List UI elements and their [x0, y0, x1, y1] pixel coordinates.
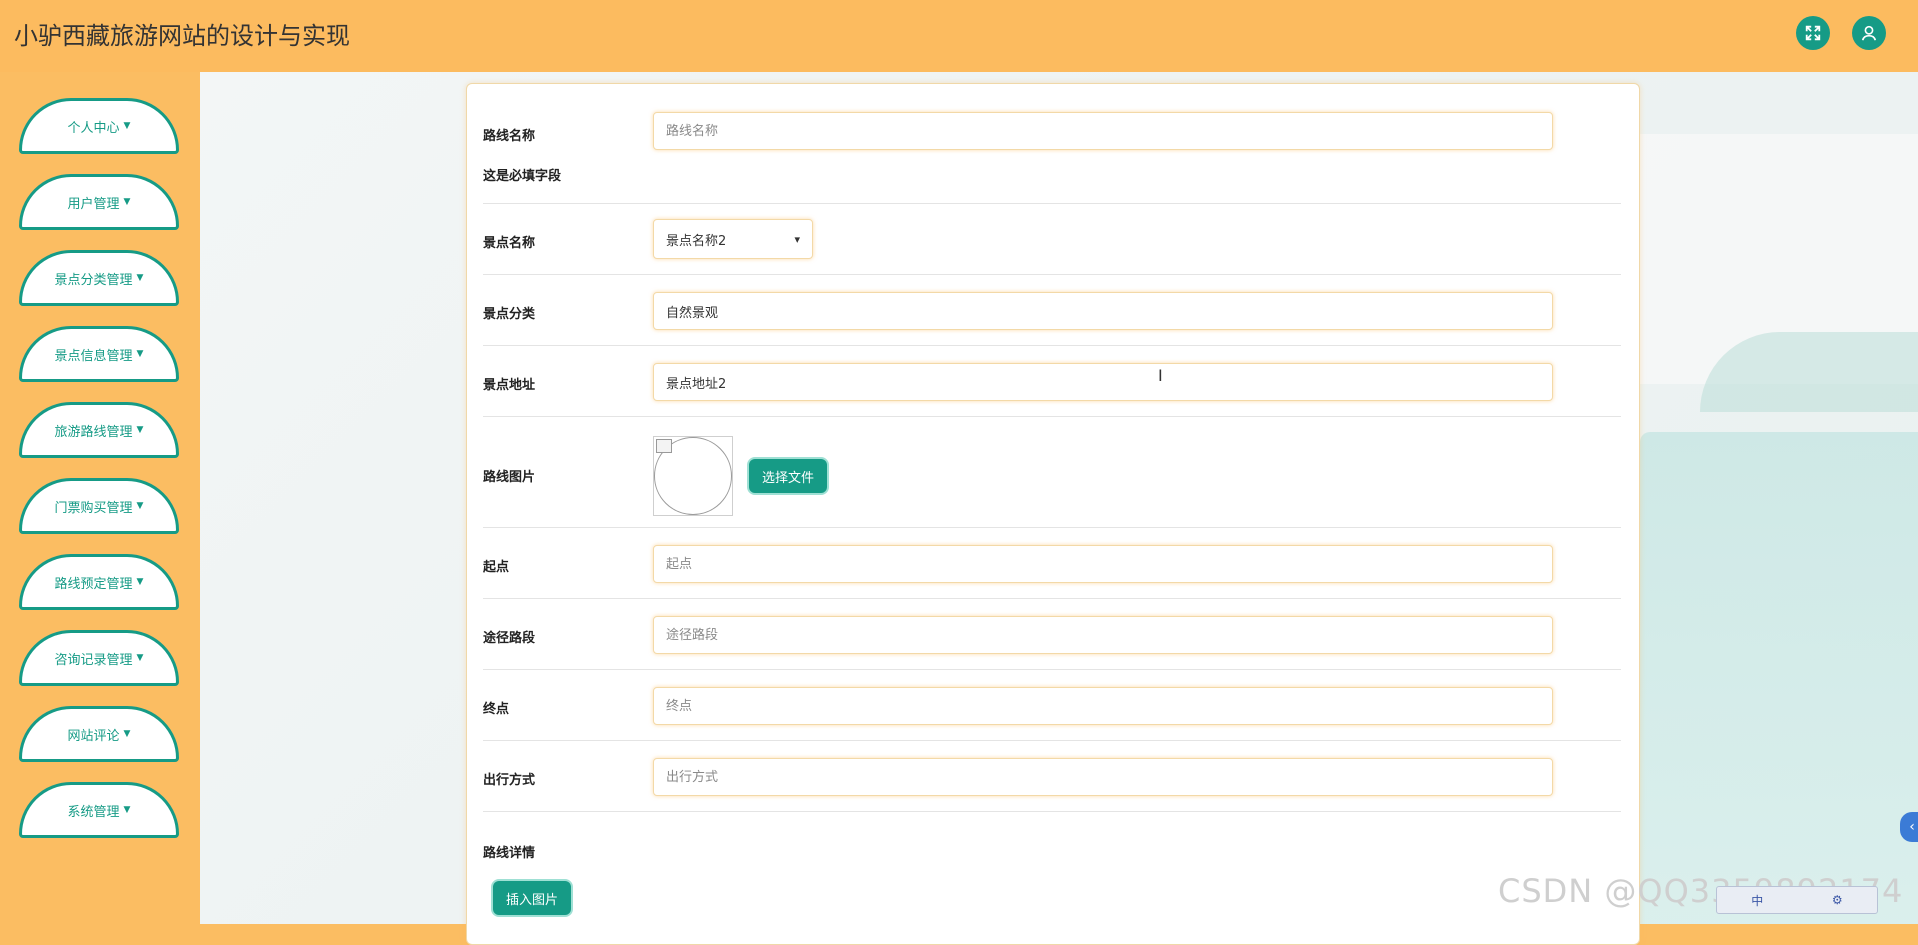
user-icon[interactable] — [1852, 16, 1886, 50]
sidebar-item-label: 旅游路线管理 — [54, 424, 133, 440]
form-row-details: 路线详情 插入图片 — [483, 811, 1621, 941]
spot-address-label: 景点地址 — [483, 378, 536, 393]
route-image-preview — [653, 436, 733, 516]
travel-mode-label: 出行方式 — [483, 773, 536, 788]
top-header: 小驴西藏旅游网站的设计与实现 — [0, 0, 1918, 72]
sidebar-item-travel-route[interactable]: 旅游路线管理 ▼ — [19, 402, 179, 458]
via-input[interactable] — [653, 616, 1553, 654]
form-row-spot-name: 景点名称 景点名称2 ▾ — [483, 203, 1621, 275]
chevron-left-icon[interactable]: ‹ — [1900, 812, 1918, 842]
chevron-down-icon: ▼ — [123, 121, 131, 131]
travel-mode-input[interactable] — [653, 758, 1553, 796]
sidebar-item-label: 个人中心 — [67, 120, 120, 136]
details-label: 路线详情 — [483, 846, 536, 861]
end-label: 终点 — [483, 702, 510, 717]
app-title: 小驴西藏旅游网站的设计与实现 — [14, 22, 350, 50]
sidebar-item-system-management[interactable]: 系统管理 ▼ — [19, 782, 179, 838]
chevron-down-icon: ▼ — [136, 501, 144, 511]
spot-name-selected: 景点名称2 — [666, 233, 727, 249]
form-row-spot-address: 景点地址 — [483, 345, 1621, 417]
sidebar-item-route-booking[interactable]: 路线预定管理 ▼ — [19, 554, 179, 610]
ime-settings-icon: ⚙ — [1831, 893, 1843, 907]
spot-address-input[interactable] — [653, 363, 1553, 401]
route-image-label: 路线图片 — [483, 470, 536, 485]
form-row-route-name: 路线名称 这是必填字段 — [483, 84, 1621, 204]
sidebar-item-label: 用户管理 — [67, 196, 120, 212]
sidebar-item-label: 景点分类管理 — [54, 272, 133, 288]
sidebar-item-label: 咨询记录管理 — [54, 652, 133, 668]
chevron-down-icon: ▼ — [136, 653, 144, 663]
form-row-start: 起点 — [483, 527, 1621, 599]
chevron-down-icon: ▼ — [123, 805, 131, 815]
sidebar-item-label: 系统管理 — [67, 804, 120, 820]
start-label: 起点 — [483, 560, 510, 575]
sidebar-item-ticket-purchase[interactable]: 门票购买管理 ▼ — [19, 478, 179, 534]
sidebar-item-spot-category[interactable]: 景点分类管理 ▼ — [19, 250, 179, 306]
spot-category-input[interactable] — [653, 292, 1553, 330]
form-row-travel-mode: 出行方式 — [483, 740, 1621, 812]
spot-name-label: 景点名称 — [483, 236, 536, 251]
sidebar-item-site-comments[interactable]: 网站评论 ▼ — [19, 706, 179, 762]
route-name-error: 这是必填字段 — [483, 169, 562, 184]
broken-image-icon — [656, 439, 672, 453]
sidebar-item-label: 景点信息管理 — [54, 348, 133, 364]
background-decoration — [1640, 432, 1918, 924]
via-label: 途径路段 — [483, 631, 536, 646]
chevron-down-icon: ▼ — [123, 197, 131, 207]
route-name-input[interactable] — [653, 112, 1553, 150]
form-row-route-image: 路线图片 选择文件 — [483, 416, 1621, 528]
sidebar-item-label: 路线预定管理 — [54, 576, 133, 592]
text-cursor-icon: I — [1158, 366, 1163, 385]
spot-category-label: 景点分类 — [483, 307, 536, 322]
ime-mode: 中 — [1751, 893, 1764, 908]
form-row-via: 途径路段 — [483, 598, 1621, 670]
choose-file-button[interactable]: 选择文件 — [749, 459, 827, 493]
chevron-down-icon: ▾ — [794, 232, 800, 246]
chevron-down-icon: ▼ — [136, 273, 144, 283]
route-name-label: 路线名称 — [483, 129, 536, 144]
sidebar-item-consult-records[interactable]: 咨询记录管理 ▼ — [19, 630, 179, 686]
sidebar-item-spot-info[interactable]: 景点信息管理 ▼ — [19, 326, 179, 382]
chevron-down-icon: ▼ — [136, 577, 144, 587]
sidebar-item-label: 门票购买管理 — [54, 500, 133, 516]
sidebar-item-label: 网站评论 — [67, 728, 120, 744]
form-row-end: 终点 — [483, 669, 1621, 741]
form-row-spot-category: 景点分类 — [483, 274, 1621, 346]
chevron-down-icon: ▼ — [136, 349, 144, 359]
route-form: 路线名称 这是必填字段 景点名称 景点名称2 ▾ 景点分类 景点地址 路线图片 … — [466, 83, 1640, 945]
start-input[interactable] — [653, 545, 1553, 583]
fullscreen-icon[interactable] — [1796, 16, 1830, 50]
chevron-down-icon: ▼ — [136, 425, 144, 435]
chevron-down-icon: ▼ — [123, 729, 131, 739]
sidebar-item-user-management[interactable]: 用户管理 ▼ — [19, 174, 179, 230]
sidebar: 个人中心 ▼ 用户管理 ▼ 景点分类管理 ▼ 景点信息管理 ▼ 旅游路线管理 ▼ 门票购买… — [0, 72, 200, 924]
ime-toolbar[interactable]: 中 ⚙ — [1716, 886, 1878, 914]
spot-name-select[interactable]: 景点名称2 ▾ — [653, 219, 813, 259]
sidebar-item-personal-center[interactable]: 个人中心 ▼ — [19, 98, 179, 154]
insert-image-button[interactable]: 插入图片 — [493, 881, 571, 915]
end-input[interactable] — [653, 687, 1553, 725]
